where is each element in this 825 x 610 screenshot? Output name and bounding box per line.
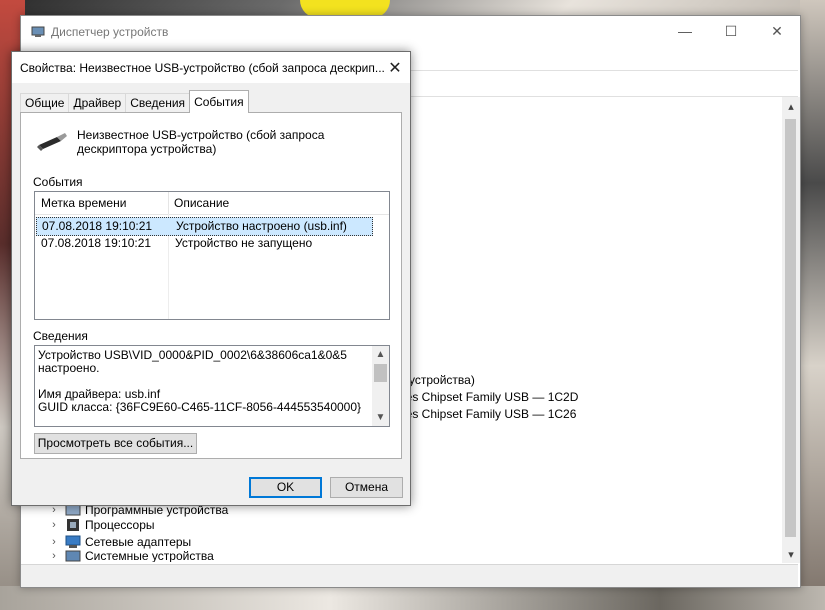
chevron-right-icon[interactable]: › bbox=[47, 536, 61, 548]
device-name: Неизвестное USB-устройство (сбой запроса… bbox=[77, 128, 325, 156]
scroll-down-icon[interactable]: ▼ bbox=[372, 411, 389, 424]
details-line: GUID класса: {36FC9E60-C465-11CF-8056-44… bbox=[38, 400, 362, 414]
properties-dialog: Свойства: Неизвестное USB-устройство (сб… bbox=[11, 51, 411, 506]
scroll-up-icon[interactable]: ▴ bbox=[782, 99, 800, 115]
event-description: Устройство настроено (usb.inf) bbox=[176, 219, 347, 233]
wallpaper-bottom bbox=[0, 586, 825, 610]
event-row[interactable]: 07.08.2018 19:10:21 Устройство не запуще… bbox=[36, 235, 371, 252]
tree-item-label: Системные устройства bbox=[85, 550, 214, 562]
events-list[interactable]: Метка времени Описание 07.08.2018 19:10:… bbox=[34, 191, 390, 320]
tree-item-network-adapters[interactable]: › Сетевые адаптеры bbox=[47, 533, 191, 551]
events-label: События bbox=[33, 175, 83, 189]
maximize-button[interactable]: ☐ bbox=[708, 16, 754, 46]
details-line: настроено. bbox=[38, 361, 100, 375]
tree-partial-line[interactable]: ries Chipset Family USB — 1C26 bbox=[399, 407, 576, 421]
event-row[interactable]: 07.08.2018 19:10:21 Устройство настроено… bbox=[36, 217, 373, 236]
tree-item-processors[interactable]: › Процессоры bbox=[47, 516, 155, 534]
network-adapter-icon bbox=[65, 535, 81, 549]
chevron-right-icon[interactable]: › bbox=[47, 550, 61, 562]
tab-driver[interactable]: Драйвер bbox=[68, 93, 127, 113]
event-details-textbox[interactable]: Устройство USB\VID_0000&PID_0002\6&38606… bbox=[34, 345, 390, 427]
tab-general[interactable]: Общие bbox=[20, 93, 70, 113]
tree-scrollbar[interactable]: ▴ ▾ bbox=[782, 97, 800, 563]
cancel-button[interactable]: Отмена bbox=[330, 477, 403, 498]
scrollbar-thumb[interactable] bbox=[374, 364, 387, 382]
view-all-events-button[interactable]: Просмотреть все события... bbox=[34, 433, 197, 454]
close-button[interactable]: ✕ bbox=[754, 16, 800, 46]
event-details-text: Устройство USB\VID_0000&PID_0002\6&38606… bbox=[38, 349, 368, 414]
event-timestamp: 07.08.2018 19:10:21 bbox=[42, 219, 153, 233]
details-scrollbar[interactable]: ▲ ▼ bbox=[372, 346, 389, 426]
scroll-up-icon[interactable]: ▲ bbox=[372, 348, 389, 361]
ok-button[interactable]: OK bbox=[249, 477, 322, 498]
device-manager-icon bbox=[31, 25, 45, 39]
event-description: Устройство не запущено bbox=[175, 236, 313, 250]
column-header-timestamp[interactable]: Метка времени bbox=[35, 192, 169, 214]
column-header-description[interactable]: Описание bbox=[168, 192, 374, 214]
chevron-right-icon[interactable]: › bbox=[47, 519, 61, 531]
scrollbar-thumb[interactable] bbox=[785, 119, 796, 537]
dialog-close-button[interactable]: ✕ bbox=[380, 52, 410, 83]
cpu-icon bbox=[65, 518, 81, 532]
tree-item-label: Процессоры bbox=[85, 518, 155, 532]
dialog-titlebar[interactable]: Свойства: Неизвестное USB-устройство (сб… bbox=[12, 52, 410, 84]
device-manager-title: Диспетчер устройств bbox=[51, 25, 169, 39]
tree-item-label: Сетевые адаптеры bbox=[85, 535, 192, 549]
tree-partial-line[interactable]: ries Chipset Family USB — 1C2D bbox=[399, 390, 578, 404]
scroll-down-icon[interactable]: ▾ bbox=[782, 547, 800, 563]
wallpaper-right bbox=[800, 0, 825, 610]
system-device-icon bbox=[65, 550, 81, 562]
tree-item-system-devices[interactable]: › Системные устройства bbox=[47, 550, 214, 562]
usb-device-icon bbox=[35, 127, 69, 153]
tab-details[interactable]: Сведения bbox=[125, 93, 191, 113]
device-manager-titlebar[interactable]: Диспетчер устройств — ☐ ✕ bbox=[21, 16, 800, 48]
events-tab-panel: Неизвестное USB-устройство (сбой запроса… bbox=[20, 112, 402, 459]
minimize-button[interactable]: — bbox=[662, 16, 708, 46]
tab-strip: Общие Драйвер Сведения События bbox=[20, 90, 249, 113]
dialog-title: Свойства: Неизвестное USB-устройство (сб… bbox=[20, 60, 385, 75]
details-label: Сведения bbox=[33, 329, 88, 343]
tab-events[interactable]: События bbox=[189, 90, 249, 113]
events-list-header: Метка времени Описание bbox=[35, 192, 389, 215]
event-timestamp: 07.08.2018 19:10:21 bbox=[41, 236, 152, 250]
status-bar bbox=[21, 564, 798, 587]
